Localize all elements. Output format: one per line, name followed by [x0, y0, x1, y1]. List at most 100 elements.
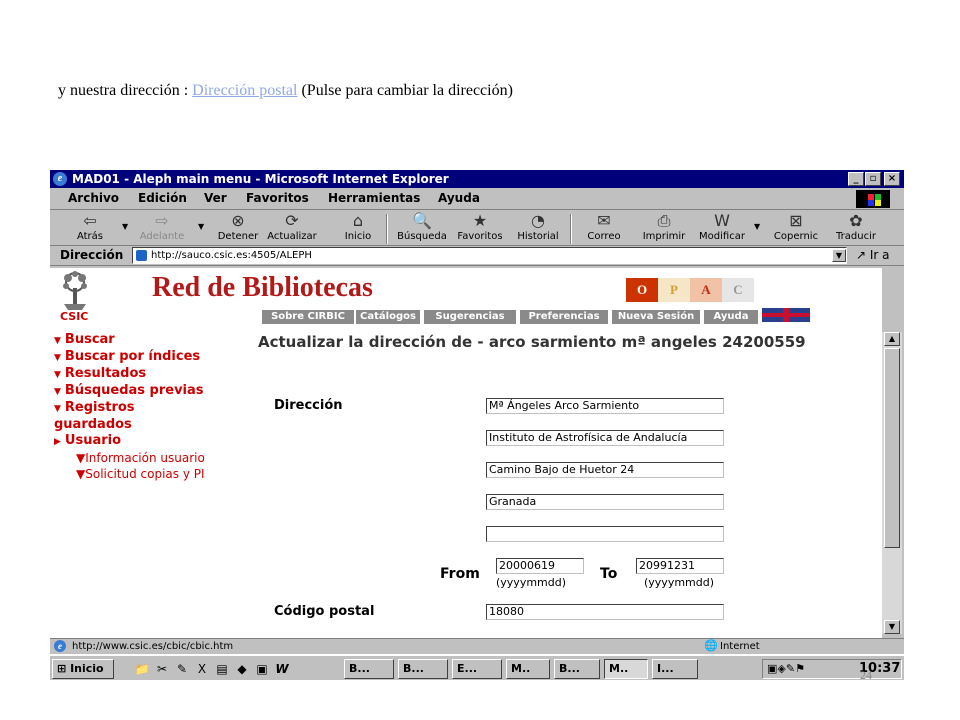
- scroll-thumb[interactable]: [884, 348, 900, 548]
- edit-button[interactable]: W Modificar: [692, 211, 752, 245]
- to-date-input[interactable]: 20991231: [636, 558, 724, 574]
- tab-ayuda[interactable]: Ayuda: [704, 310, 758, 324]
- menu-edicion[interactable]: Edición: [138, 191, 187, 205]
- start-button[interactable]: ⊞ Inicio: [52, 659, 114, 679]
- excel-icon[interactable]: X: [194, 661, 210, 677]
- address-line-5-input[interactable]: [486, 526, 724, 542]
- address-url: http://sauco.csic.es:4505/ALEPH: [151, 250, 312, 261]
- briefcase-icon[interactable]: ▤: [214, 661, 230, 677]
- from-label: From: [440, 566, 480, 582]
- task-button-3[interactable]: E...: [452, 659, 502, 679]
- address-line-1-input[interactable]: Mª Ángeles Arco Sarmiento: [486, 398, 724, 414]
- csic-logo-text: CSIC: [60, 310, 89, 323]
- address-line-4-input[interactable]: Granada: [486, 494, 724, 510]
- address-line-3-input[interactable]: Camino Bajo de Huetor 24: [486, 462, 724, 478]
- side-menu-guardados[interactable]: guardados: [54, 417, 254, 433]
- window-title: MAD01 - Aleph main menu - Microsoft Inte…: [72, 172, 449, 186]
- vertical-scrollbar[interactable]: ▲ ▼: [882, 332, 902, 634]
- side-menu-registros[interactable]: ▼ Registros: [54, 400, 254, 417]
- refresh-icon: ⟳: [285, 211, 299, 230]
- uk-flag-icon[interactable]: [762, 308, 810, 322]
- favorites-icon: ★: [472, 211, 488, 230]
- to-label: To: [600, 566, 618, 582]
- side-menu-resultados[interactable]: ▼ Resultados: [54, 366, 254, 383]
- direccion-label: Dirección: [274, 398, 343, 413]
- tab-sobre-cirbic[interactable]: Sobre CIRBIC: [262, 310, 354, 324]
- maximize-button[interactable]: ▫: [865, 172, 881, 186]
- address-input[interactable]: http://sauco.csic.es:4505/ALEPH: [132, 247, 847, 264]
- menu-archivo[interactable]: Archivo: [68, 191, 119, 205]
- postal-address-link[interactable]: Dirección postal: [192, 82, 297, 99]
- opac-letter-a[interactable]: A: [690, 278, 722, 302]
- side-menu-solicitud-copias[interactable]: ▼Solicitud copias y PI: [54, 466, 254, 482]
- scroll-down-button[interactable]: ▼: [884, 620, 900, 634]
- opac-letter-p[interactable]: P: [658, 278, 690, 302]
- access-icon[interactable]: ◆: [234, 661, 250, 677]
- folder-icon[interactable]: 📁: [134, 661, 150, 677]
- to-date-hint: (yyyymmdd): [644, 576, 715, 589]
- forward-button[interactable]: ⇨ Adelante: [132, 211, 192, 245]
- form-title: Actualizar la dirección de - arco sarmie…: [258, 333, 806, 351]
- menu-herramientas[interactable]: Herramientas: [328, 191, 420, 205]
- refresh-button[interactable]: ⟳ Actualizar: [262, 211, 322, 245]
- task-button-1[interactable]: B...: [344, 659, 394, 679]
- intro-prefix: y nuestra dirección :: [58, 82, 193, 99]
- search-button[interactable]: 🔍 Búsqueda: [392, 211, 452, 245]
- postal-code-input[interactable]: 18080: [486, 604, 724, 620]
- go-button[interactable]: ↗ Ir a: [856, 248, 890, 262]
- outlook-icon[interactable]: ▣: [254, 661, 270, 677]
- ie-icon: e: [53, 172, 67, 186]
- go-arrow-icon: ↗: [856, 248, 867, 262]
- side-menu: ▼ Buscar ▼ Buscar por índices ▼ Resultados …: [54, 332, 254, 482]
- side-menu-busquedas-previas[interactable]: ▼ Búsquedas previas: [54, 383, 254, 400]
- menu-ver[interactable]: Ver: [204, 191, 227, 205]
- side-menu-buscar[interactable]: ▼ Buscar: [54, 332, 254, 349]
- menu-ayuda[interactable]: Ayuda: [438, 191, 480, 205]
- back-arrow-icon: ⇦: [83, 211, 97, 230]
- task-button-4[interactable]: M..: [506, 659, 550, 679]
- status-zone: Internet: [720, 641, 760, 652]
- mail-button[interactable]: ✉ Correo: [574, 211, 634, 245]
- history-button[interactable]: ◔ Historial: [508, 211, 568, 245]
- stop-button[interactable]: ⊗ Detener: [208, 211, 268, 245]
- tray-icons: ▣◈✎⚑: [767, 662, 805, 675]
- tab-catalogos[interactable]: Catálogos: [356, 310, 420, 324]
- title-bar: e MAD01 - Aleph main menu - Microsoft In…: [50, 170, 904, 188]
- address-dropdown-button[interactable]: ▼: [832, 249, 846, 262]
- tools-icon[interactable]: ✂: [154, 661, 170, 677]
- chevron-down-icon[interactable]: ▼: [122, 222, 128, 231]
- task-button-7[interactable]: I...: [652, 659, 698, 679]
- search-icon: 🔍: [412, 211, 432, 230]
- favorites-button[interactable]: ★ Favoritos: [450, 211, 510, 245]
- chevron-down-icon[interactable]: ▼: [198, 222, 204, 231]
- task-button-2[interactable]: B...: [398, 659, 448, 679]
- tab-nueva-sesion[interactable]: Nueva Sesión: [612, 310, 700, 324]
- opac-letter-o[interactable]: O: [626, 278, 658, 302]
- side-menu-informacion-usuario[interactable]: ▼Información usuario: [54, 450, 254, 466]
- opac-letter-c[interactable]: C: [722, 278, 754, 302]
- side-menu-usuario[interactable]: ▶ Usuario: [54, 433, 254, 450]
- address-line-2-input[interactable]: Instituto de Astrofísica de Andalucía: [486, 430, 724, 446]
- paint-icon[interactable]: ✎: [174, 661, 190, 677]
- copernic-button[interactable]: ⊠ Copernic: [766, 211, 826, 245]
- print-button[interactable]: ⎙ Imprimir: [634, 211, 694, 245]
- back-button[interactable]: ⇦ Atrás: [60, 211, 120, 245]
- task-button-5[interactable]: B...: [554, 659, 600, 679]
- menu-favoritos[interactable]: Favoritos: [246, 191, 309, 205]
- caret-down-icon: ▼: [54, 404, 61, 414]
- word-icon[interactable]: W: [274, 661, 290, 677]
- task-button-6-active[interactable]: M..: [604, 659, 648, 679]
- minimize-button[interactable]: _: [848, 172, 864, 186]
- tab-sugerencias[interactable]: Sugerencias: [424, 310, 516, 324]
- from-date-input[interactable]: 20000619: [496, 558, 584, 574]
- chevron-down-icon[interactable]: ▼: [754, 222, 760, 231]
- browser-window: e MAD01 - Aleph main menu - Microsoft In…: [50, 170, 904, 680]
- scroll-up-button[interactable]: ▲: [884, 332, 900, 346]
- translate-button[interactable]: ✿ Traducir: [826, 211, 886, 245]
- status-bar: e http://www.csic.es/cbic/cbic.htm 🌐 Int…: [50, 638, 904, 654]
- status-url: http://www.csic.es/cbic/cbic.htm: [72, 641, 234, 652]
- tab-preferencias[interactable]: Preferencias: [520, 310, 608, 324]
- side-menu-buscar-indices[interactable]: ▼ Buscar por índices: [54, 349, 254, 366]
- close-button[interactable]: ×: [884, 172, 900, 186]
- home-button[interactable]: ⌂ Inicio: [328, 211, 388, 245]
